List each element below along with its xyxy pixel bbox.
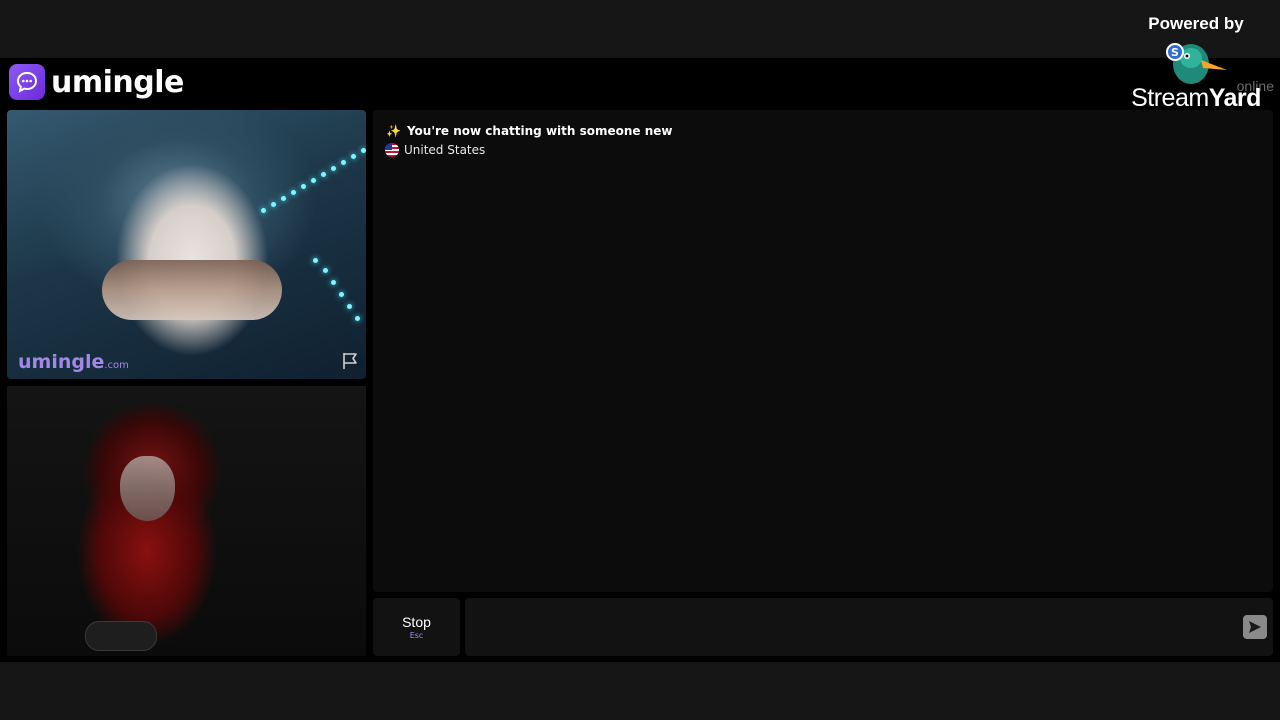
streamyard-overlay: Powered by S StreamYard [1120,14,1272,113]
stream-top-band [0,0,1280,58]
svg-text:S: S [1171,46,1179,59]
stop-button[interactable]: Stop Esc [373,598,460,656]
sparkles-icon: ✨ [386,124,401,138]
umingle-app: umingle online umingle.com ✨ You're now … [0,58,1280,662]
led-light-strip [257,140,366,360]
partner-country: United States [385,143,485,157]
streamyard-wordmark: StreamYard [1131,84,1261,112]
stop-shortcut-hint: Esc [409,631,424,640]
brand-name: umingle [51,64,184,100]
local-video [7,386,366,656]
umingle-logo[interactable]: umingle [9,64,184,100]
report-flag-icon[interactable] [340,351,360,371]
partner-country-label: United States [404,143,486,157]
remote-video: umingle.com [7,110,366,379]
streamyard-mascot-icon: S [1166,43,1227,84]
stop-button-label: Stop [402,614,431,630]
stream-bottom-band [0,662,1280,720]
remote-video-face [102,260,282,320]
chat-bubble-icon [9,64,45,100]
us-flag-icon [385,143,399,157]
umingle-watermark: umingle.com [18,351,129,373]
chat-status-text: You're now chatting with someone new [406,124,673,138]
message-composer [465,598,1273,656]
send-arrow-icon [1249,621,1261,633]
game-controller [85,621,157,651]
chat-status-message: ✨ You're now chatting with someone new [386,124,673,138]
send-button[interactable] [1243,615,1267,639]
powered-by-label: Powered by [1148,14,1244,33]
message-input[interactable] [465,598,1225,656]
local-video-face [120,456,175,521]
chat-log: ✨ You're now chatting with someone new U… [373,110,1273,592]
